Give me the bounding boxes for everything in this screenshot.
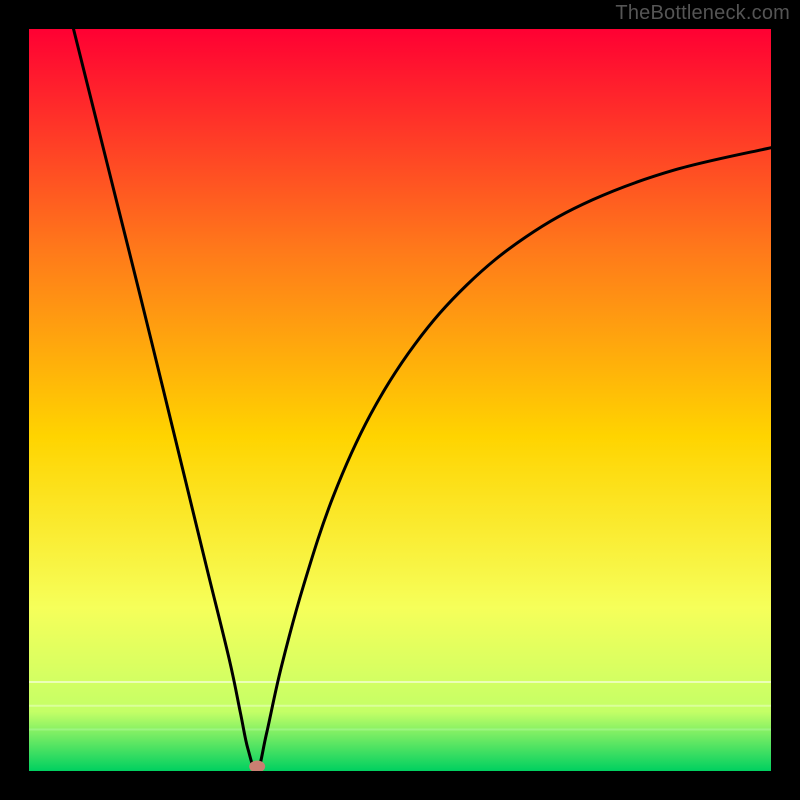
chart-frame: TheBottleneck.com <box>0 0 800 800</box>
chart-plot <box>29 29 771 771</box>
gradient-background <box>29 29 771 771</box>
watermark: TheBottleneck.com <box>615 2 790 25</box>
